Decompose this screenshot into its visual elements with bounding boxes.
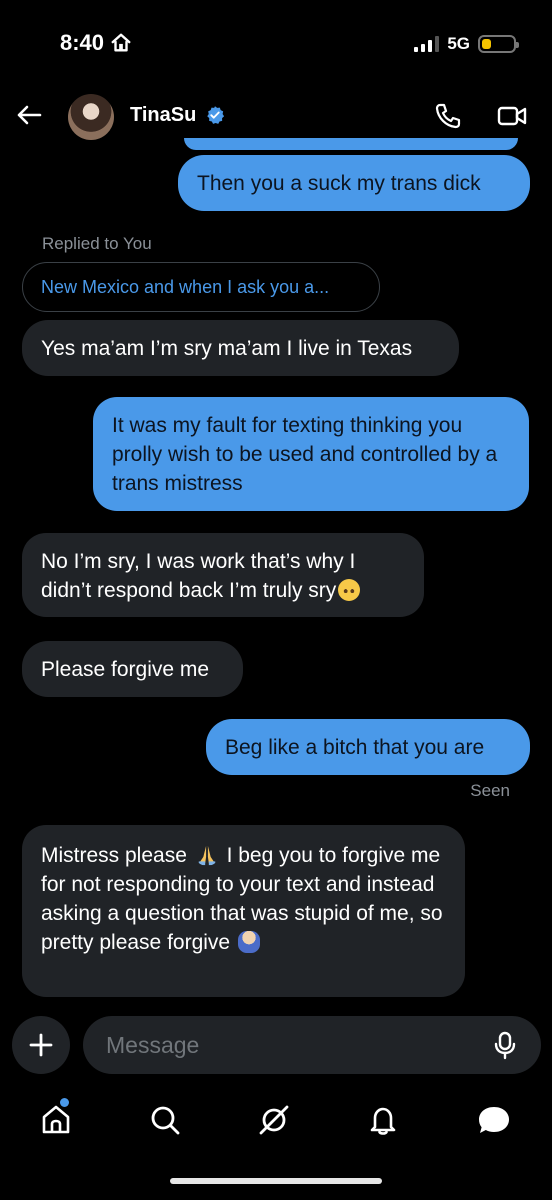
- contact-name[interactable]: TinaSu: [130, 104, 196, 127]
- bowing-person-emoji-icon: [237, 931, 260, 953]
- battery-icon: [478, 35, 519, 53]
- message-text: Mistress please I beg you to forgive me …: [41, 841, 446, 957]
- phone-icon[interactable]: [434, 102, 462, 130]
- nav-grok[interactable]: [254, 1100, 294, 1140]
- avatar[interactable]: [68, 94, 114, 140]
- pleading-face-emoji-icon: [338, 579, 361, 601]
- video-call-icon[interactable]: [497, 102, 527, 130]
- clock-time: 8:40: [60, 30, 105, 55]
- verified-badge-icon: [207, 106, 225, 124]
- notification-dot: [60, 1098, 69, 1107]
- message-input[interactable]: [83, 1016, 541, 1074]
- nav-search[interactable]: [145, 1100, 185, 1140]
- seen-receipt: Seen: [470, 781, 510, 800]
- back-arrow-icon[interactable]: [14, 100, 44, 130]
- messages-icon: [479, 1107, 509, 1133]
- battery-fill: [482, 39, 491, 49]
- message-text: Then you a suck my trans dick: [197, 171, 481, 195]
- reply-quote[interactable]: New Mexico and when I ask you a...: [22, 262, 380, 312]
- received-message[interactable]: Please forgive me: [22, 641, 243, 697]
- nav-notifications[interactable]: [363, 1100, 403, 1140]
- search-icon: [151, 1106, 180, 1135]
- status-bar: 8:40 5G: [0, 0, 552, 90]
- sent-message[interactable]: Then you a suck my trans dick: [178, 155, 530, 211]
- message-text: Yes ma’am I’m sry ma’am I live in Texas: [41, 336, 413, 360]
- network-label: 5G: [447, 34, 470, 53]
- bell-icon: [370, 1107, 396, 1135]
- sent-message[interactable]: Beg like a bitch that you are: [206, 719, 530, 775]
- message-text: Please forgive me: [41, 657, 210, 681]
- quote-text: New Mexico and when I ask you a...: [41, 276, 330, 297]
- message-text: It was my fault for texting thinking you…: [112, 414, 498, 495]
- status-indicators: 5G: [414, 34, 519, 54]
- signal-icon: [414, 36, 440, 52]
- home-indicator[interactable]: [170, 1178, 382, 1184]
- nav-messages[interactable]: [474, 1100, 514, 1140]
- home-icon: [42, 1105, 70, 1134]
- bottom-navigation: [0, 1090, 552, 1150]
- nav-home[interactable]: [36, 1100, 76, 1140]
- message-text: No I’m sry, I was work that’s why I didn…: [41, 547, 405, 605]
- microphone-icon[interactable]: [490, 1030, 520, 1060]
- grok-icon: [259, 1105, 289, 1135]
- message-text-part: No I’m sry, I was work that’s why I didn…: [41, 550, 356, 602]
- reply-label: Replied to You: [42, 234, 152, 253]
- add-attachment-button[interactable]: [12, 1016, 70, 1074]
- message-text: Beg like a bitch that you are: [225, 735, 485, 759]
- plus-icon: [29, 1033, 53, 1057]
- message-text-part: Mistress please: [41, 844, 187, 867]
- sent-message[interactable]: It was my fault for texting thinking you…: [93, 397, 529, 511]
- received-message[interactable]: No I’m sry, I was work that’s why I didn…: [22, 533, 424, 617]
- folded-hands-emoji-icon: [198, 845, 215, 866]
- received-message[interactable]: Mistress please I beg you to forgive me …: [22, 825, 465, 997]
- received-message[interactable]: Yes ma’am I’m sry ma’am I live in Texas: [22, 320, 459, 376]
- partial-message-bubble: [184, 138, 518, 150]
- home-icon: [111, 33, 131, 52]
- status-time: 8:40: [60, 30, 132, 56]
